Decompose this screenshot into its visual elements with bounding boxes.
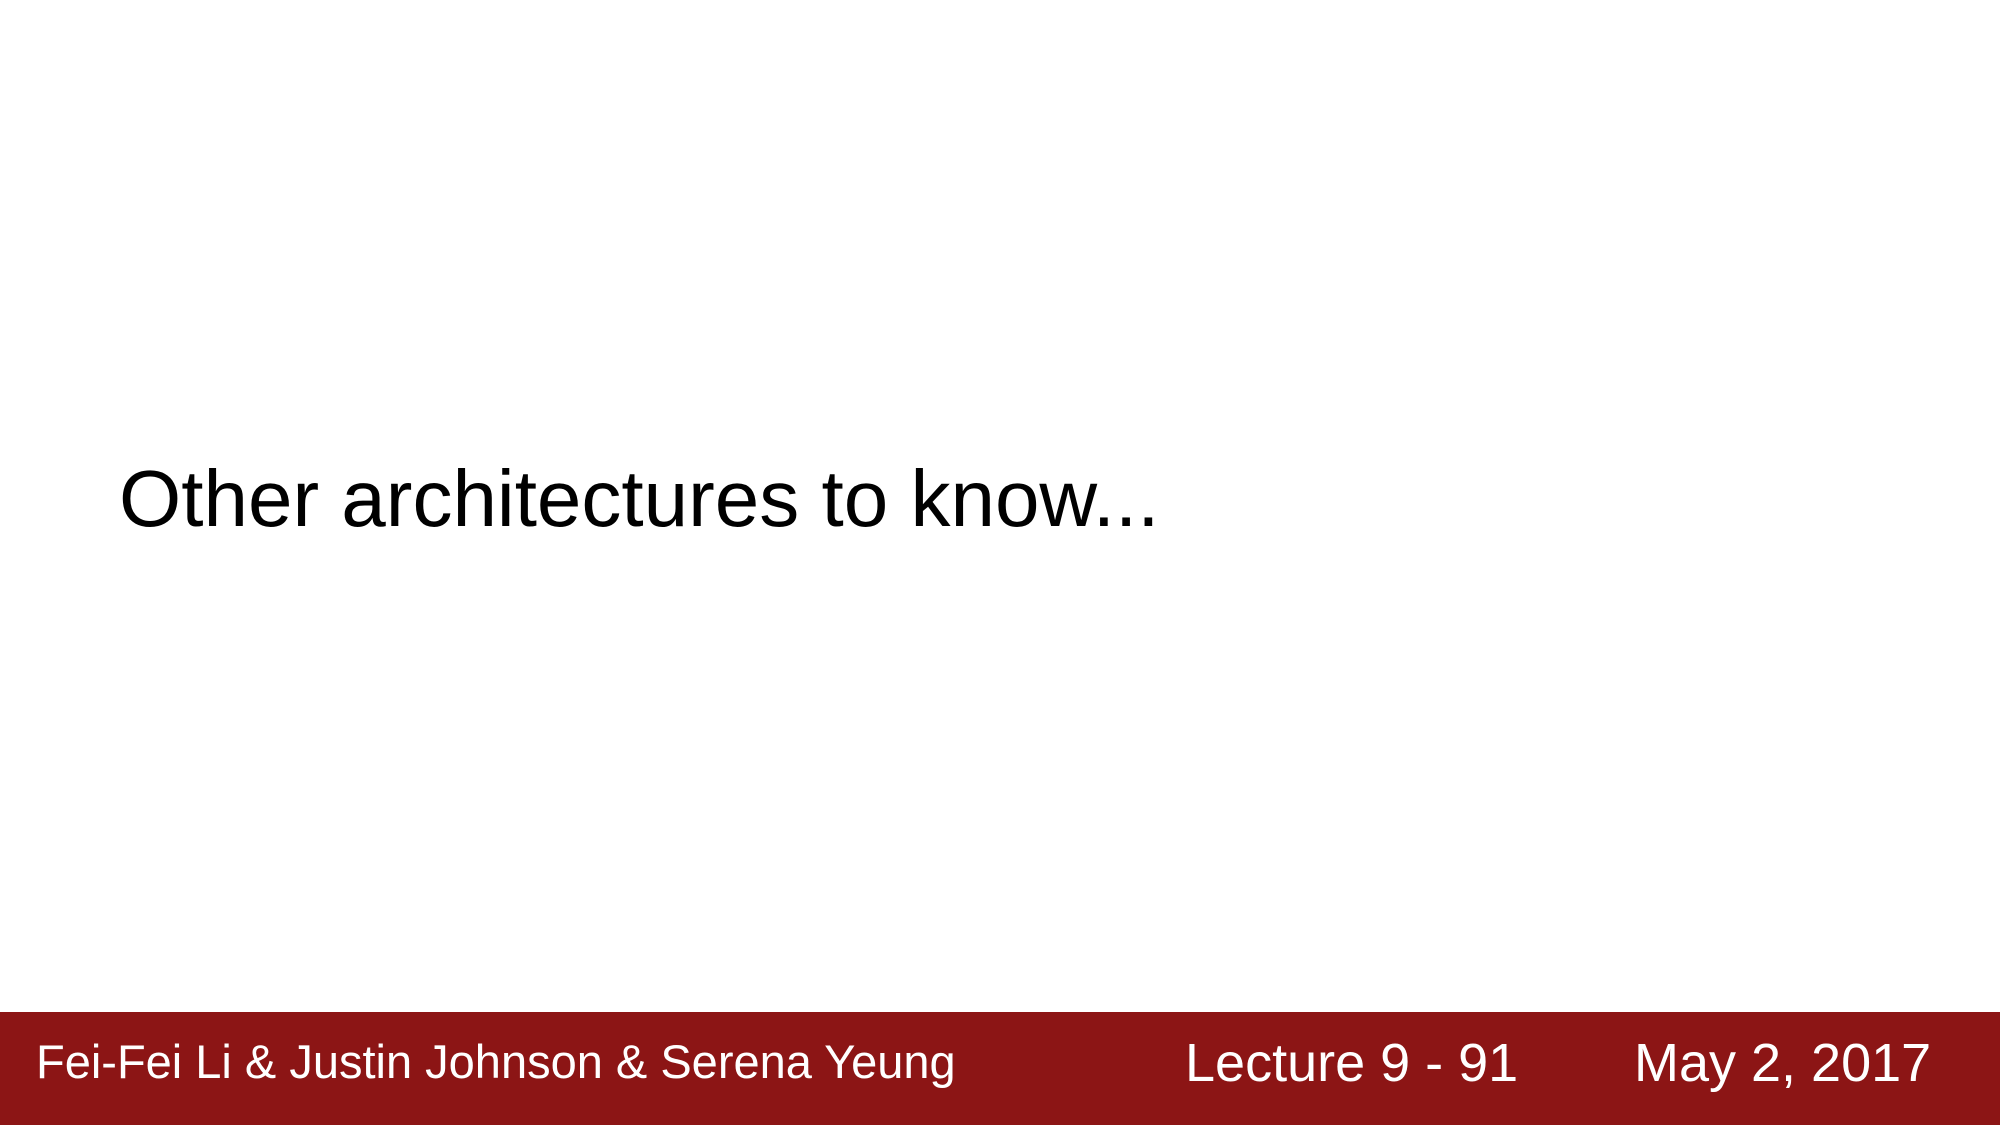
footer-authors: Fei-Fei Li & Justin Johnson & Serena Yeu… [36,1035,956,1088]
slide: Other architectures to know... Fei-Fei L… [0,0,2000,1125]
footer-date: May 2, 2017 [1634,1033,1932,1093]
footer-lecture-number: Lecture 9 - 91 [1185,1033,1519,1093]
slide-title: Other architectures to know... [119,454,1160,543]
